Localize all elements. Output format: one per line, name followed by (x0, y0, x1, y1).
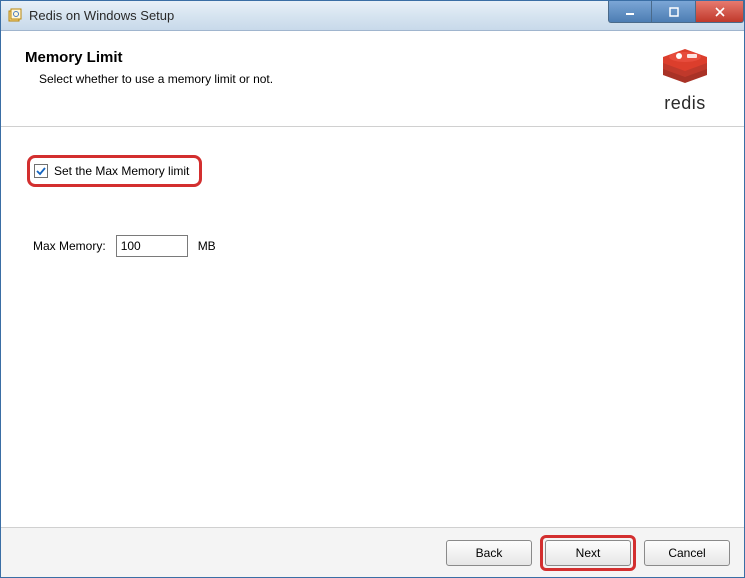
next-button[interactable]: Next (545, 540, 631, 566)
max-memory-input[interactable] (116, 235, 188, 257)
header-text: Memory Limit Select whether to use a mem… (25, 49, 650, 86)
max-memory-checkbox[interactable] (34, 164, 48, 178)
cancel-button[interactable]: Cancel (644, 540, 730, 566)
back-button[interactable]: Back (446, 540, 532, 566)
header: Memory Limit Select whether to use a mem… (1, 31, 744, 127)
window-controls (608, 1, 744, 23)
max-memory-checkbox-row: Set the Max Memory limit (27, 155, 202, 187)
installer-icon (7, 8, 23, 24)
installer-window: Redis on Windows Setup Memory Limit Sele… (0, 0, 745, 578)
max-memory-unit: MB (198, 239, 216, 253)
close-button[interactable] (696, 1, 744, 23)
max-memory-row: Max Memory: MB (33, 235, 718, 257)
max-memory-label: Max Memory: (33, 239, 106, 253)
titlebar[interactable]: Redis on Windows Setup (1, 1, 744, 31)
minimize-button[interactable] (608, 1, 652, 23)
window-title: Redis on Windows Setup (29, 8, 174, 23)
footer: Back Next Cancel (1, 527, 744, 577)
content-area: Set the Max Memory limit Max Memory: MB (1, 127, 744, 527)
max-memory-checkbox-label: Set the Max Memory limit (54, 164, 189, 178)
maximize-button[interactable] (652, 1, 696, 23)
page-title: Memory Limit (25, 49, 650, 66)
page-subtitle: Select whether to use a memory limit or … (39, 72, 650, 86)
redis-logo: redis (650, 49, 720, 114)
next-highlight: Next (540, 535, 636, 571)
redis-logo-text: redis (650, 93, 720, 114)
